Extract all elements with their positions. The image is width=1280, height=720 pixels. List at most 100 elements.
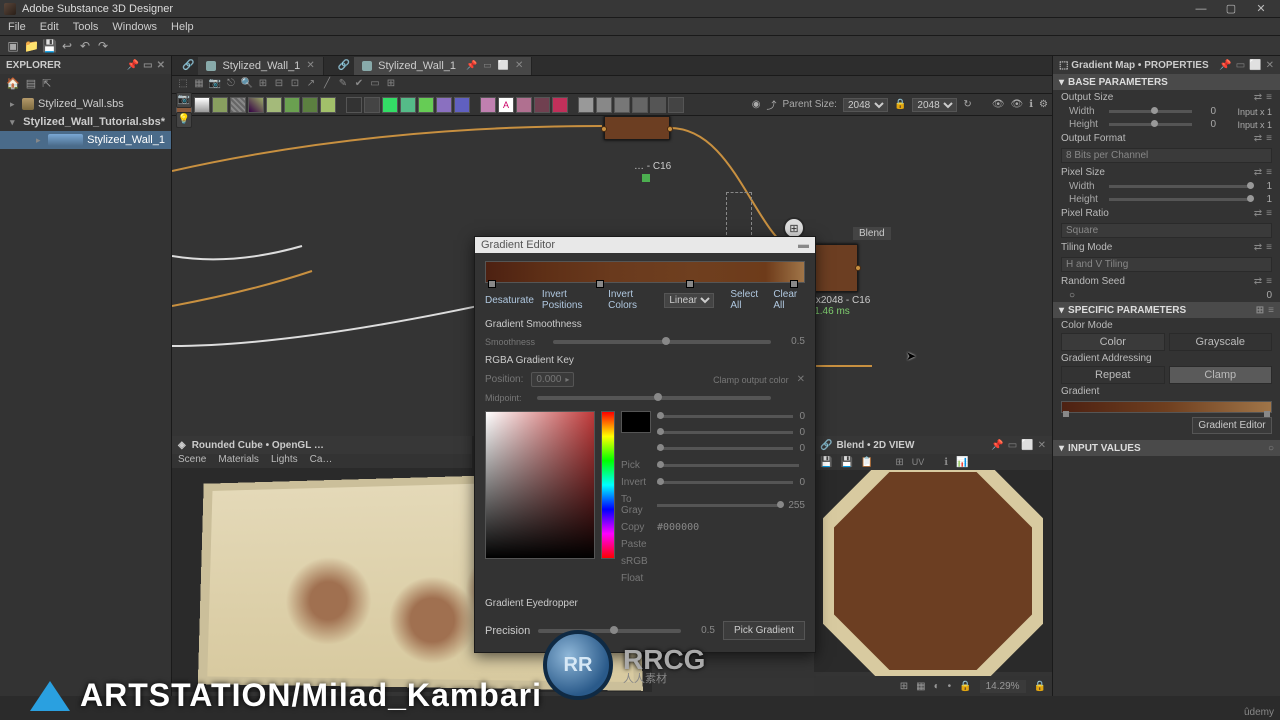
tab-graph-2[interactable]: Stylized_Wall_1 📌 ▭ ⬜ ✕ — [354, 57, 532, 75]
menu-windows[interactable]: Windows — [112, 21, 157, 33]
link-icon[interactable]: ⇄ — [1254, 167, 1262, 178]
open-icon[interactable]: 📁 — [24, 39, 38, 53]
swatch[interactable] — [320, 97, 336, 113]
pick-gradient-button[interactable]: Pick Gradient — [723, 621, 805, 640]
menu-icon[interactable]: ≡ — [1266, 92, 1272, 103]
tab-link-icon[interactable]: 🔗 — [178, 60, 198, 71]
chevron-down-icon[interactable]: ▾ — [10, 117, 15, 128]
viewport-2d[interactable] — [814, 470, 1052, 672]
minimize-button[interactable]: — — [1186, 2, 1216, 16]
redo-icon[interactable]: ↷ — [96, 39, 110, 53]
menu-help[interactable]: Help — [171, 21, 194, 33]
swatch[interactable] — [248, 97, 264, 113]
menu-icon[interactable]: ≡ — [1266, 276, 1272, 287]
explorer-close-icon[interactable]: ✕ — [157, 60, 165, 71]
swatch[interactable] — [302, 97, 318, 113]
node-input-port[interactable] — [601, 126, 607, 132]
info-icon[interactable]: ℹ — [1029, 99, 1033, 110]
link-icon[interactable]: ○ — [1268, 443, 1274, 454]
ps-height-slider[interactable] — [1109, 198, 1248, 201]
link-icon[interactable]: ↩ — [60, 39, 74, 53]
save-icon[interactable]: 💾 — [840, 457, 852, 468]
view3d-tab-lights[interactable]: Lights — [271, 454, 298, 468]
addressing-clamp[interactable]: Clamp — [1169, 366, 1273, 384]
seed-icon[interactable]: ○ — [1069, 290, 1075, 301]
tool-icon[interactable]: ⎋ — [224, 78, 238, 92]
addressing-repeat[interactable]: Repeat — [1061, 366, 1165, 384]
tree-item-package-2[interactable]: ▾ Stylized_Wall_Tutorial.sbs* — [0, 113, 171, 131]
swatch[interactable] — [516, 97, 532, 113]
tiling-select[interactable]: H and V Tiling — [1061, 257, 1272, 272]
clear-all-link[interactable]: Clear All — [773, 289, 805, 311]
chevron-down-icon[interactable]: ▾ — [1059, 443, 1064, 454]
swatch[interactable] — [668, 97, 684, 113]
link-icon[interactable]: ⇄ — [1254, 242, 1262, 253]
explorer-export-icon[interactable]: ⇱ — [42, 77, 51, 90]
histogram-icon[interactable]: 📊 — [956, 457, 968, 468]
save-icon[interactable]: 💾 — [42, 39, 56, 53]
color-mode-grayscale[interactable]: Grayscale — [1169, 333, 1273, 351]
tree-item-package-1[interactable]: ▸ Stylized_Wall.sbs — [0, 95, 171, 113]
hex-value[interactable]: #000000 — [657, 522, 699, 533]
view3d-tab-camera[interactable]: Ca… — [310, 454, 333, 468]
swatch[interactable] — [480, 97, 496, 113]
undo-icon[interactable]: ↶ — [78, 39, 92, 53]
b-slider[interactable] — [657, 447, 793, 450]
chevron-right-icon[interactable]: ▸ — [36, 135, 44, 146]
swatch[interactable] — [364, 97, 380, 113]
link-icon[interactable]: ⇄ — [1254, 276, 1262, 287]
pin-icon[interactable]: 📌 — [1219, 60, 1231, 71]
swatch[interactable] — [436, 97, 452, 113]
swatch[interactable] — [650, 97, 666, 113]
node-output-port[interactable] — [667, 126, 673, 132]
camera-icon[interactable]: 📷 — [208, 78, 222, 92]
explorer-expand-icon[interactable]: ▤ — [26, 77, 36, 90]
gray-slider[interactable] — [657, 504, 782, 507]
swatch[interactable] — [534, 97, 550, 113]
pin-icon[interactable]: 📌 — [991, 440, 1003, 451]
tab-graph-1[interactable]: Stylized_Wall_1 ✕ — [198, 57, 323, 75]
tab-close-icon[interactable]: ✕ — [515, 60, 523, 71]
swatch[interactable] — [400, 97, 416, 113]
pick-slider[interactable] — [657, 464, 799, 467]
gradient-stop[interactable] — [790, 280, 798, 288]
tool-icon[interactable]: ✔ — [352, 78, 366, 92]
light-icon[interactable]: 💡 — [176, 112, 192, 128]
uv-icon[interactable]: ⊞ — [895, 457, 903, 468]
gradient-stop[interactable] — [686, 280, 694, 288]
link-icon[interactable]: ⇄ — [1254, 133, 1262, 144]
gradient-stop[interactable] — [596, 280, 604, 288]
close-icon[interactable]: ✕ — [1038, 440, 1046, 451]
menu-edit[interactable]: Edit — [40, 21, 59, 33]
tab-pin-icon[interactable]: 📌 — [466, 60, 477, 71]
tab-pop-icon[interactable]: ▭ — [483, 60, 492, 71]
swatch[interactable] — [284, 97, 300, 113]
clamp-close-icon[interactable]: ✕ — [797, 374, 805, 385]
popout-icon[interactable]: ▭ — [1008, 440, 1017, 451]
save-icon[interactable]: 💾 — [820, 457, 832, 468]
new-icon[interactable]: ▣ — [6, 39, 20, 53]
parent-size-select[interactable]: 2048 — [843, 98, 888, 112]
tool-icon[interactable]: ⬚ — [176, 78, 190, 92]
float-label[interactable]: Float — [621, 573, 651, 584]
output-format-select[interactable]: 8 Bits per Channel — [1061, 148, 1272, 163]
link-icon[interactable]: 🔗 — [820, 440, 832, 451]
maximize-button[interactable]: ▢ — [1216, 2, 1246, 16]
chevron-down-icon[interactable]: ▾ — [1059, 305, 1064, 316]
width-slider[interactable] — [1109, 110, 1192, 113]
chevron-right-icon[interactable]: ▸ — [10, 99, 18, 110]
swatch[interactable] — [632, 97, 648, 113]
desaturate-link[interactable]: Desaturate — [485, 295, 534, 306]
tool-icon[interactable]: ╱ — [320, 78, 334, 92]
tool-icon[interactable]: ⊡ — [288, 78, 302, 92]
smoothness-slider[interactable] — [553, 340, 771, 344]
lock-icon[interactable]: 🔒 — [894, 99, 906, 110]
gradient-bar[interactable] — [485, 261, 805, 283]
menu-icon[interactable]: ≡ — [1268, 305, 1274, 316]
swatch[interactable]: A — [498, 97, 514, 113]
info-icon[interactable]: ℹ — [944, 457, 948, 468]
zoom-value[interactable]: 14.29% — [980, 680, 1026, 693]
close-button[interactable]: ✕ — [1246, 2, 1276, 16]
pixel-ratio-select[interactable]: Square — [1061, 223, 1272, 238]
swatch[interactable] — [454, 97, 470, 113]
